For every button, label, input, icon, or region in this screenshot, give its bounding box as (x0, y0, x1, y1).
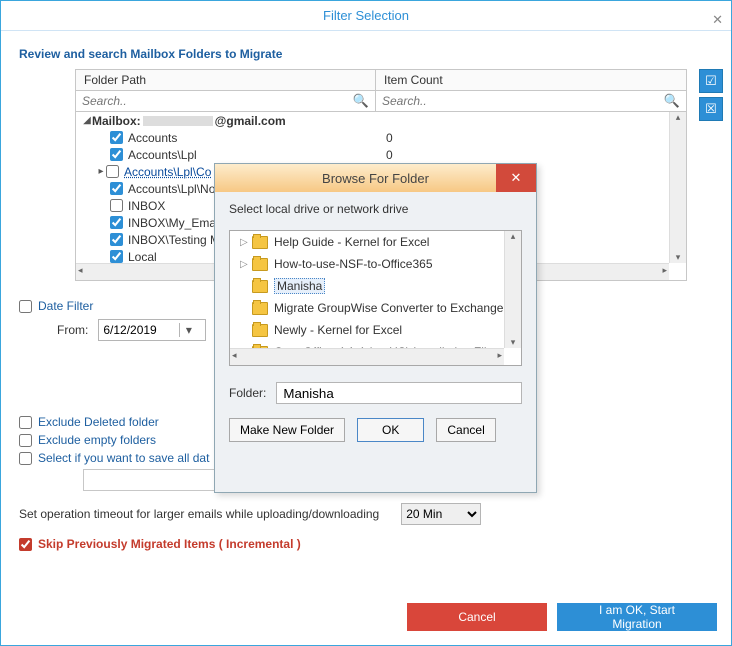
section-heading: Review and search Mailbox Folders to Mig… (19, 47, 717, 61)
dialog-instruction: Select local drive or network drive (229, 202, 522, 216)
deselect-all-button[interactable]: ☒ (699, 97, 723, 121)
dialog-folder-tree[interactable]: ▷ Help Guide - Kernel for Excel ▷ How-to-us… (229, 230, 522, 366)
folder-icon (252, 280, 268, 293)
tree-row[interactable]: Accounts\Lpl 0 (76, 146, 686, 163)
dialog-titlebar: Browse For Folder ✕ (215, 164, 536, 192)
search-item-count-input[interactable] (376, 91, 545, 111)
expand-icon[interactable]: ▷ (240, 237, 252, 248)
dialog-tree-label: Manisha (274, 278, 325, 294)
dropdown-icon[interactable]: ▾ (179, 323, 197, 337)
folder-icon (252, 324, 268, 337)
dialog-tree-row[interactable]: Migrate GroupWise Converter to Exchange (230, 297, 521, 319)
browse-folder-dialog: Browse For Folder ✕ Select local drive o… (214, 163, 537, 493)
folder-name-input[interactable] (276, 382, 522, 404)
skip-migrated-checkbox[interactable] (19, 538, 32, 551)
date-filter-checkbox[interactable] (19, 300, 32, 313)
close-icon[interactable]: ✕ (712, 5, 723, 35)
search-icon[interactable]: 🔍 (664, 93, 680, 109)
tree-row-label: Accounts\Lpl (126, 148, 197, 162)
search-folder-path-input[interactable] (76, 91, 245, 111)
tree-row-label: INBOX (126, 199, 165, 213)
dialog-tree-row[interactable]: ▷ Help Guide - Kernel for Excel (230, 231, 521, 253)
window-title: Filter Selection (323, 8, 409, 23)
folder-icon (252, 236, 268, 249)
tree-row-checkbox[interactable] (106, 165, 119, 178)
tree-row-label: Local (126, 250, 157, 264)
search-icon[interactable]: 🔍 (353, 93, 369, 109)
start-migration-button[interactable]: I am OK, Start Migration (557, 603, 717, 631)
tree-row-checkbox[interactable] (110, 216, 123, 229)
exclude-empty-checkbox[interactable] (19, 434, 32, 447)
tree-row[interactable]: Accounts 0 (76, 129, 686, 146)
skip-migrated-label: Skip Previously Migrated Items ( Increme… (38, 537, 301, 551)
exclude-deleted-checkbox[interactable] (19, 416, 32, 429)
dialog-tree-label: Help Guide - Kernel for Excel (274, 235, 429, 249)
tree-row-label: Accounts\Lpl\Co (122, 165, 211, 179)
col-folder-path[interactable]: Folder Path (76, 70, 376, 90)
tree-row-checkbox[interactable] (110, 131, 123, 144)
exclude-empty-label: Exclude empty folders (38, 433, 156, 447)
tree-row-mailbox[interactable]: ◢Mailbox:@gmail.com (76, 112, 686, 129)
save-all-label: Select if you want to save all dat (38, 451, 209, 465)
exclude-deleted-label: Exclude Deleted folder (38, 415, 159, 429)
scrollbar-vertical[interactable] (669, 112, 686, 263)
timeout-select[interactable]: 20 Min (401, 503, 481, 525)
folder-icon (252, 302, 268, 315)
dialog-close-button[interactable]: ✕ (496, 164, 536, 192)
from-date-field[interactable]: ▾ (98, 319, 206, 341)
tree-row-label: INBOX\My_Email (126, 216, 221, 230)
timeout-label: Set operation timeout for larger emails … (19, 507, 379, 521)
tree-row-checkbox[interactable] (110, 182, 123, 195)
tree-row-count: 0 (386, 131, 393, 145)
titlebar: Filter Selection ✕ (1, 1, 731, 31)
tree-row-label: INBOX\Testing M (126, 233, 220, 247)
dialog-tree-label: Newly - Kernel for Excel (274, 323, 402, 337)
date-filter-label: Date Filter (38, 299, 93, 313)
dialog-title: Browse For Folder (322, 171, 429, 186)
col-item-count[interactable]: Item Count (376, 70, 686, 90)
folder-field-label: Folder: (229, 386, 266, 400)
dialog-tree-label: Migrate GroupWise Converter to Exchange (274, 301, 503, 315)
tree-row-count: 0 (386, 148, 393, 162)
tree-row-checkbox[interactable] (110, 199, 123, 212)
scrollbar-vertical[interactable] (504, 231, 521, 348)
grid-header: Folder Path Item Count (75, 69, 687, 90)
dialog-tree-row[interactable]: Manisha (230, 275, 521, 297)
from-label: From: (57, 323, 88, 337)
tree-row-label: Accounts\Lpl\No (126, 182, 215, 196)
ok-button[interactable]: OK (357, 418, 424, 442)
expand-icon[interactable]: ▷ (240, 259, 252, 270)
folder-icon (252, 258, 268, 271)
select-all-button[interactable]: ☑ (699, 69, 723, 93)
scrollbar-horizontal[interactable] (230, 348, 504, 365)
tree-row-checkbox[interactable] (110, 148, 123, 161)
save-all-checkbox[interactable] (19, 452, 32, 465)
tree-row-label: Accounts (126, 131, 177, 145)
cancel-button[interactable]: Cancel (436, 418, 495, 442)
filter-selection-window: Filter Selection ✕ Review and search Mai… (0, 0, 732, 646)
tree-row-checkbox[interactable] (110, 250, 123, 263)
dialog-tree-label: How-to-use-NSF-to-Office365 (274, 257, 433, 271)
dialog-tree-row[interactable]: Newly - Kernel for Excel (230, 319, 521, 341)
make-new-folder-button[interactable]: Make New Folder (229, 418, 345, 442)
tree-row-checkbox[interactable] (110, 233, 123, 246)
from-date-input[interactable] (99, 323, 179, 337)
cancel-button[interactable]: Cancel (407, 603, 547, 631)
dialog-tree-row[interactable]: ▷ How-to-use-NSF-to-Office365 (230, 253, 521, 275)
